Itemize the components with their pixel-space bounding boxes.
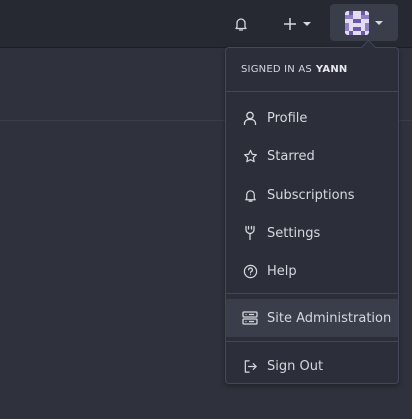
- bell-icon: [233, 16, 249, 32]
- signed-in-label: SIGNED IN AS: [241, 64, 312, 75]
- menu-item-label: Help: [267, 263, 297, 279]
- chevron-down-icon: [303, 22, 311, 26]
- sign-out-icon: [242, 358, 258, 374]
- menu-item-help[interactable]: Help: [226, 252, 398, 290]
- menu-item-sign-out[interactable]: Sign Out: [226, 347, 398, 385]
- menu-item-label: Starred: [267, 148, 315, 164]
- menu-item-settings[interactable]: Settings: [226, 214, 398, 252]
- menu-item-profile[interactable]: Profile: [226, 99, 398, 137]
- top-navbar: [0, 0, 412, 48]
- signed-in-username: YANN: [315, 64, 348, 75]
- menu-item-site-administration[interactable]: Site Administration: [226, 299, 398, 337]
- menu-item-label: Settings: [267, 225, 321, 241]
- person-icon: [242, 110, 258, 126]
- menu-item-label: Site Administration: [267, 310, 392, 326]
- menu-divider: [226, 341, 398, 342]
- wrench-icon: [242, 225, 258, 241]
- user-avatar: [345, 10, 369, 35]
- menu-item-label: Sign Out: [267, 358, 324, 374]
- user-dropdown-menu: SIGNED IN AS YANN Profile Starred Subscr…: [225, 47, 399, 384]
- menu-item-label: Subscriptions: [267, 187, 355, 203]
- signed-in-header: SIGNED IN AS YANN: [226, 48, 398, 92]
- create-menu-button[interactable]: [276, 11, 318, 37]
- menu-item-label: Profile: [267, 110, 308, 126]
- user-menu-button[interactable]: [330, 4, 398, 41]
- question-icon: [242, 263, 258, 279]
- notifications-button[interactable]: [228, 11, 254, 37]
- star-icon: [242, 148, 258, 164]
- menu-item-subscriptions[interactable]: Subscriptions: [226, 176, 398, 214]
- server-icon: [242, 310, 258, 326]
- menu-divider: [226, 293, 398, 294]
- menu-item-starred[interactable]: Starred: [226, 137, 398, 175]
- chevron-down-icon: [375, 20, 383, 25]
- bell-icon: [242, 187, 258, 203]
- plus-icon: [283, 17, 297, 31]
